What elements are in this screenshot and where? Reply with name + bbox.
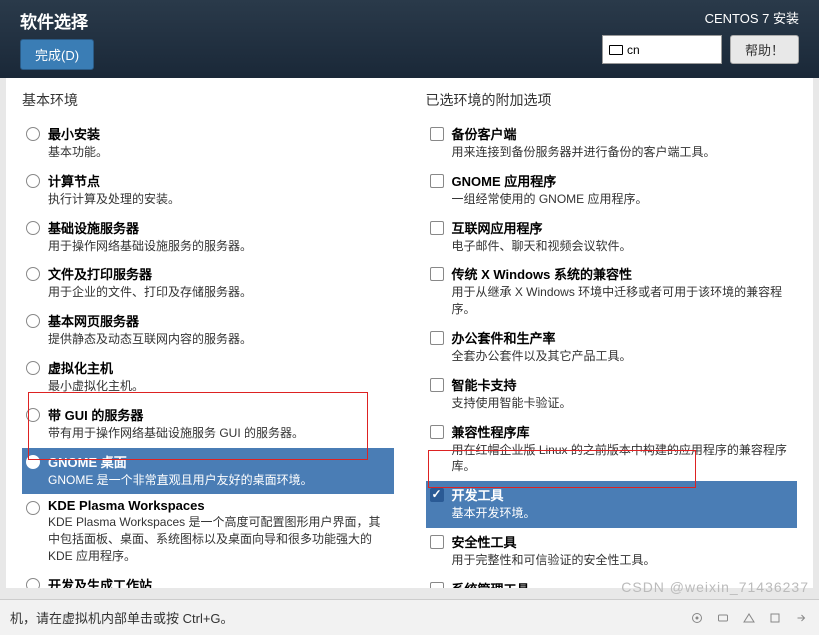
option-desc: 提供静态及动态互联网内容的服务器。 [48,331,390,348]
environment-option[interactable]: 计算节点执行计算及处理的安装。 [22,167,394,214]
option-desc: 用于完整性和可信验证的安全性工具。 [452,552,794,569]
option-desc: 执行计算及处理的安装。 [48,191,390,208]
radio-button[interactable] [26,578,40,588]
footer-hint: 机，请在虚拟机内部单击或按 Ctrl+G。 [10,608,234,627]
addons-heading: 已选环境的附加选项 [426,90,798,110]
option-title: 智能卡支持 [452,375,794,394]
addon-option[interactable]: 智能卡支持支持使用智能卡验证。 [426,371,798,418]
option-title: 传统 X Windows 系统的兼容性 [452,264,794,283]
radio-button[interactable] [26,408,40,422]
option-desc: KDE Plasma Workspaces 是一个高度可配置图形用户界面，其中包… [48,514,390,564]
radio-button[interactable] [26,127,40,141]
keyboard-icon [609,45,623,55]
checkbox[interactable] [430,331,444,345]
radio-button[interactable] [26,174,40,188]
environment-option[interactable]: 带 GUI 的服务器带有用于操作网络基础设施服务 GUI 的服务器。 [22,401,394,448]
option-title: 互联网应用程序 [452,218,794,237]
tray-disk-icon [689,612,705,624]
option-desc: 用在红帽企业版 Linux 的之前版本中构建的应用程序的兼容程序库。 [452,442,794,476]
option-title: 开发及生成工作站 [48,575,390,588]
radio-button[interactable] [26,361,40,375]
option-title: 虚拟化主机 [48,358,390,377]
checkbox[interactable] [430,127,444,141]
environment-option[interactable]: 文件及打印服务器用于企业的文件、打印及存储服务器。 [22,260,394,307]
option-desc: 用于从继承 X Windows 环境中迁移或者可用于该环境的兼容程序。 [452,284,794,318]
radio-button[interactable] [26,501,40,515]
environment-option[interactable]: KDE Plasma WorkspacesKDE Plasma Workspac… [22,494,394,570]
option-desc: 支持使用智能卡验证。 [452,395,794,412]
option-desc: 电子邮件、聊天和视频会议软件。 [452,238,794,255]
checkbox[interactable] [430,378,444,392]
tray-arrow-icon [793,612,809,624]
environment-option[interactable]: 基本网页服务器提供静态及动态互联网内容的服务器。 [22,307,394,354]
option-desc: 用来连接到备份服务器并进行备份的客户端工具。 [452,144,794,161]
option-title: 备份客户端 [452,124,794,143]
addon-option[interactable]: 办公套件和生产率全套办公套件以及其它产品工具。 [426,324,798,371]
checkbox[interactable] [430,267,444,281]
option-desc: 带有用于操作网络基础设施服务 GUI 的服务器。 [48,425,390,442]
addon-option[interactable]: GNOME 应用程序一组经常使用的 GNOME 应用程序。 [426,167,798,214]
addon-option[interactable]: 开发工具基本开发环境。 [426,481,798,528]
environment-option[interactable]: GNOME 桌面GNOME 是一个非常直观且用户友好的桌面环境。 [22,448,394,495]
option-title: 最小安装 [48,124,390,143]
environments-column: 基本环境 最小安装基本功能。计算节点执行计算及处理的安装。基础设施服务器用于操作… [6,78,410,588]
content-area: 基本环境 最小安装基本功能。计算节点执行计算及处理的安装。基础设施服务器用于操作… [6,78,813,588]
done-button[interactable]: 完成(D) [20,39,94,70]
option-desc: 一组经常使用的 GNOME 应用程序。 [452,191,794,208]
option-desc: 基本开发环境。 [452,505,794,522]
radio-button[interactable] [26,314,40,328]
checkbox[interactable] [430,488,444,502]
top-right-panel: CENTOS 7 安装 cn 帮助！ [602,8,799,64]
environments-heading: 基本环境 [22,90,394,110]
addon-option[interactable]: 兼容性程序库用在红帽企业版 Linux 的之前版本中构建的应用程序的兼容程序库。 [426,418,798,482]
option-desc: GNOME 是一个非常直观且用户友好的桌面环境。 [48,472,390,489]
addon-option[interactable]: 互联网应用程序电子邮件、聊天和视频会议软件。 [426,214,798,261]
radio-button[interactable] [26,221,40,235]
option-title: KDE Plasma Workspaces [48,498,390,513]
option-title: GNOME 应用程序 [452,171,794,190]
tray-drive-icon [715,612,731,624]
option-title: 办公套件和生产率 [452,328,794,347]
system-tray [689,612,809,624]
option-title: 基础设施服务器 [48,218,390,237]
checkbox[interactable] [430,425,444,439]
install-label: CENTOS 7 安装 [602,8,799,27]
option-title: 开发工具 [452,485,794,504]
option-title: 带 GUI 的服务器 [48,405,390,424]
option-title: 兼容性程序库 [452,422,794,441]
environment-option[interactable]: 最小安装基本功能。 [22,120,394,167]
environment-option[interactable]: 开发及生成工作站用于软件、图形或者内容开发的工作站。 [22,571,394,588]
keyboard-selector[interactable]: cn [602,35,722,64]
addon-option[interactable]: 安全性工具用于完整性和可信验证的安全性工具。 [426,528,798,575]
environment-option[interactable]: 虚拟化主机最小虚拟化主机。 [22,354,394,401]
tray-device-icon [767,612,783,624]
option-title: 文件及打印服务器 [48,264,390,283]
checkbox[interactable] [430,535,444,549]
option-desc: 全套办公套件以及其它产品工具。 [452,348,794,365]
watermark: CSDN @weixin_71436237 [621,579,809,595]
checkbox[interactable] [430,174,444,188]
addon-option[interactable]: 备份客户端用来连接到备份服务器并进行备份的客户端工具。 [426,120,798,167]
status-bar: 机，请在虚拟机内部单击或按 Ctrl+G。 [0,599,819,635]
option-desc: 用于企业的文件、打印及存储服务器。 [48,284,390,301]
checkbox[interactable] [430,582,444,588]
keyboard-value: cn [627,43,640,57]
addons-column: 已选环境的附加选项 备份客户端用来连接到备份服务器并进行备份的客户端工具。GNO… [410,78,814,588]
option-desc: 最小虚拟化主机。 [48,378,390,395]
option-title: GNOME 桌面 [48,452,390,471]
option-desc: 基本功能。 [48,144,390,161]
radio-button[interactable] [26,455,40,469]
checkbox[interactable] [430,221,444,235]
environment-option[interactable]: 基础设施服务器用于操作网络基础设施服务的服务器。 [22,214,394,261]
tray-network-icon [741,612,757,624]
radio-button[interactable] [26,267,40,281]
help-button[interactable]: 帮助！ [730,35,799,64]
top-bar: 软件选择 完成(D) CENTOS 7 安装 cn 帮助！ [0,0,819,78]
option-title: 安全性工具 [452,532,794,551]
option-desc: 用于操作网络基础设施服务的服务器。 [48,238,390,255]
option-title: 基本网页服务器 [48,311,390,330]
option-title: 计算节点 [48,171,390,190]
addon-option[interactable]: 传统 X Windows 系统的兼容性用于从继承 X Windows 环境中迁移… [426,260,798,324]
